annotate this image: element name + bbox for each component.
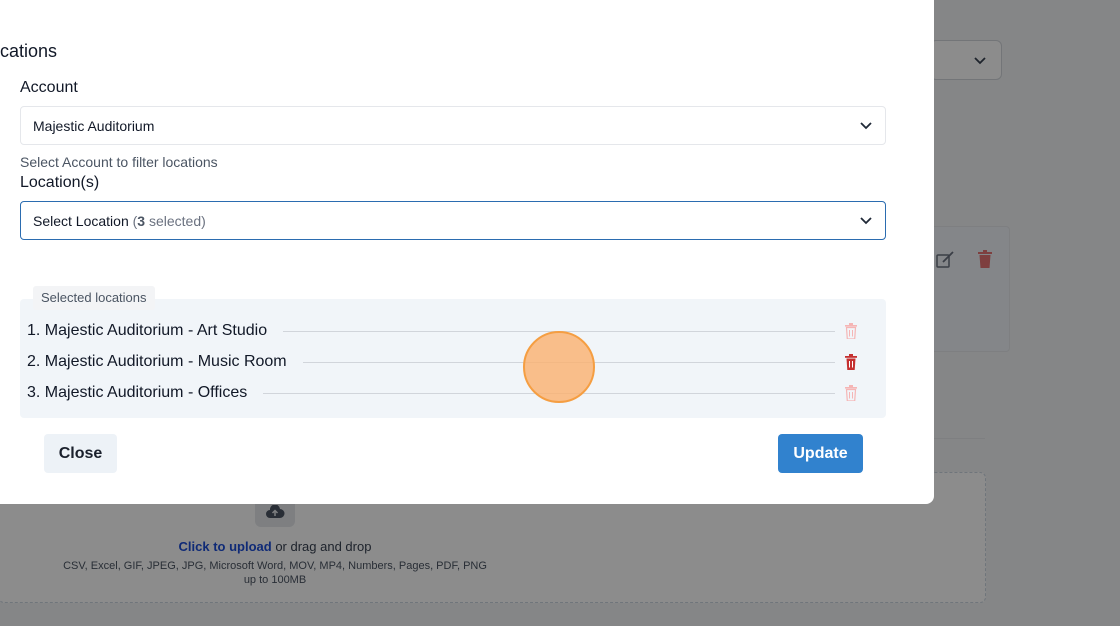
location-item-label: 3. Majestic Auditorium - Offices bbox=[27, 384, 264, 402]
trash-icon[interactable] bbox=[845, 385, 857, 401]
location-placeholder: Select Location bbox=[33, 213, 129, 229]
click-indicator bbox=[523, 331, 595, 403]
account-help-text: Select Account to filter locations bbox=[20, 154, 218, 170]
update-button[interactable]: Update bbox=[778, 434, 863, 473]
account-select-value: Majestic Auditorium bbox=[33, 118, 155, 134]
selected-locations-legend: Selected locations bbox=[33, 286, 155, 310]
location-item-label: 1. Majestic Auditorium - Art Studio bbox=[27, 322, 284, 340]
account-label: Account bbox=[20, 79, 78, 96]
selected-count: 3 bbox=[137, 213, 146, 229]
trash-icon[interactable] bbox=[845, 323, 857, 339]
account-select[interactable]: Majestic Auditorium bbox=[20, 106, 886, 145]
locations-label: Location(s) bbox=[20, 174, 100, 191]
list-item: 1. Majestic Auditorium - Art Studio bbox=[27, 319, 871, 343]
location-item-label: 2. Majestic Auditorium - Music Room bbox=[27, 353, 303, 371]
list-item: 2. Majestic Auditorium - Music Room bbox=[27, 350, 871, 374]
selected-count-close: selected) bbox=[145, 213, 206, 229]
location-select-value: Select Location (3 selected) bbox=[33, 213, 206, 229]
close-button[interactable]: Close bbox=[44, 434, 117, 473]
chevron-down-icon bbox=[860, 217, 872, 225]
chevron-down-icon bbox=[860, 122, 872, 130]
list-item: 3. Majestic Auditorium - Offices bbox=[27, 381, 871, 405]
trash-icon[interactable] bbox=[845, 354, 857, 370]
modal-title: cations bbox=[0, 41, 58, 61]
location-select[interactable]: Select Location (3 selected) bbox=[20, 201, 886, 240]
locations-modal: cations Account Majestic Auditorium Sele… bbox=[0, 0, 934, 504]
